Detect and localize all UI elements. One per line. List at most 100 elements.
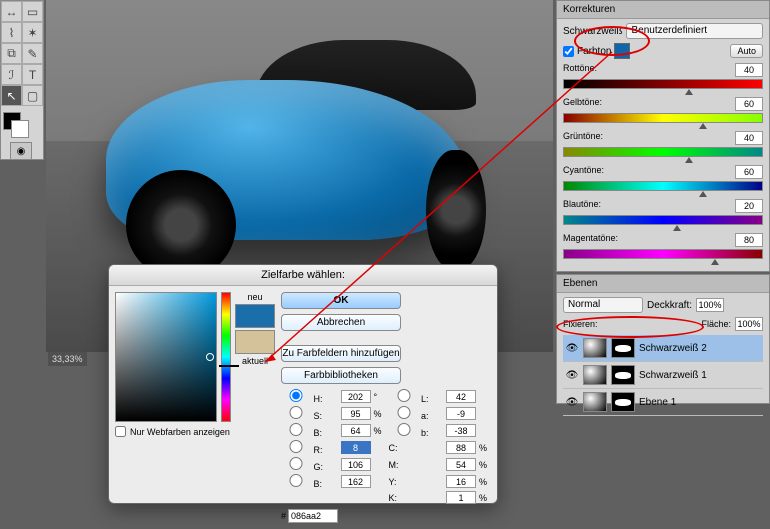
brush-tool[interactable]: ℐ: [1, 64, 22, 85]
slider-label: Blautöne:: [563, 199, 601, 213]
color-slider[interactable]: [563, 79, 763, 89]
adjustments-panel[interactable]: Korrekturen Schwarzweiß Benutzerdefinier…: [556, 0, 770, 272]
layer-row[interactable]: 👁 Schwarzweiß 2: [563, 335, 763, 362]
marquee-tool[interactable]: ▭: [22, 1, 43, 22]
current-label: aktuell: [242, 356, 268, 366]
bb-radio[interactable]: [281, 474, 311, 487]
camera-icon[interactable]: ◉: [10, 142, 32, 160]
farbton-checkbox[interactable]: [563, 46, 574, 57]
new-color-preview: [235, 304, 275, 328]
sv-picker[interactable]: [115, 292, 217, 422]
g-radio[interactable]: [281, 457, 311, 470]
mask-thumb: [611, 365, 635, 385]
crop-tool[interactable]: ⧉: [1, 43, 22, 64]
lasso-tool[interactable]: ⌇: [1, 22, 22, 43]
bv-input[interactable]: [341, 424, 371, 437]
auto-button[interactable]: Auto: [730, 44, 763, 58]
hue-slider[interactable]: [221, 292, 231, 422]
slider-value-input[interactable]: [735, 165, 763, 179]
background-swatch[interactable]: [11, 120, 29, 138]
color-slider[interactable]: [563, 249, 763, 259]
visibility-icon[interactable]: 👁: [565, 343, 579, 354]
layer-thumb: [583, 392, 607, 412]
color-slider[interactable]: [563, 215, 763, 225]
farbton-swatch[interactable]: [614, 43, 630, 59]
dialog-title: Zielfarbe wählen:: [109, 265, 497, 286]
slider-value-input[interactable]: [735, 233, 763, 247]
color-values-grid: H:° L: S:% a: B:% b: R: C:% G: M:% B: Y:…: [281, 389, 491, 504]
blend-mode-select[interactable]: Normal: [563, 297, 643, 313]
preset-select[interactable]: Benutzerdefiniert: [626, 23, 763, 39]
k-input[interactable]: [446, 491, 476, 504]
layer-thumb: [583, 338, 607, 358]
webcolors-checkbox[interactable]: [115, 426, 126, 437]
c-input[interactable]: [446, 441, 476, 454]
color-slider[interactable]: [563, 181, 763, 191]
h-radio[interactable]: [281, 389, 311, 402]
ok-button[interactable]: OK: [281, 292, 401, 309]
r-radio[interactable]: [281, 440, 311, 453]
move-tool[interactable]: ↔: [1, 1, 22, 22]
path-tool[interactable]: ↖: [1, 85, 22, 106]
slider-label: Rottöne:: [563, 63, 597, 77]
bb-input[interactable]: [341, 475, 371, 488]
h-input[interactable]: [341, 390, 371, 403]
mask-thumb: [611, 338, 635, 358]
visibility-icon[interactable]: 👁: [565, 370, 579, 381]
b-input[interactable]: [446, 424, 476, 437]
slider-label: Grüntöne:: [563, 131, 603, 145]
s-radio[interactable]: [281, 406, 311, 419]
layer-row[interactable]: 👁 Ebene 1: [563, 389, 763, 416]
l-input[interactable]: [446, 390, 476, 403]
color-swatches[interactable]: [1, 110, 43, 140]
m-input[interactable]: [446, 458, 476, 471]
lock-label: Fixieren:: [563, 319, 598, 329]
type-tool[interactable]: T: [22, 64, 43, 85]
b-radio[interactable]: [389, 423, 419, 436]
add-swatch-button[interactable]: Zu Farbfeldern hinzufügen: [281, 345, 401, 362]
zoom-status: 33,33%: [48, 352, 87, 366]
slider-value-input[interactable]: [735, 131, 763, 145]
visibility-icon[interactable]: 👁: [565, 397, 579, 408]
layer-name[interactable]: Schwarzweiß 1: [639, 370, 707, 381]
layer-name[interactable]: Schwarzweiß 2: [639, 343, 707, 354]
layer-name[interactable]: Ebene 1: [639, 397, 676, 408]
slider-value-input[interactable]: [735, 97, 763, 111]
bv-radio[interactable]: [281, 423, 311, 436]
s-input[interactable]: [341, 407, 371, 420]
bw-label: Schwarzweiß: [563, 26, 622, 37]
color-slider[interactable]: [563, 147, 763, 157]
new-label: neu: [247, 292, 262, 302]
color-picker-dialog[interactable]: Zielfarbe wählen: neu aktuell Nur Webfar…: [108, 264, 498, 504]
g-input[interactable]: [341, 458, 371, 471]
r-input[interactable]: [341, 441, 371, 454]
eyedropper-tool[interactable]: ✎: [22, 43, 43, 64]
color-slider[interactable]: [563, 113, 763, 123]
y-input[interactable]: [446, 475, 476, 488]
layer-thumb: [583, 365, 607, 385]
wand-tool[interactable]: ✶: [22, 22, 43, 43]
opacity-input[interactable]: [696, 298, 724, 312]
layers-tab[interactable]: Ebenen: [557, 275, 769, 293]
opacity-label: Deckkraft:: [647, 300, 692, 311]
layers-panel[interactable]: Ebenen Normal Deckkraft: Fixieren: Fläch…: [556, 274, 770, 404]
slider-value-input[interactable]: [735, 63, 763, 77]
current-color-preview[interactable]: [235, 330, 275, 354]
hex-input[interactable]: [288, 509, 338, 523]
a-radio[interactable]: [389, 406, 419, 419]
fill-input[interactable]: [735, 317, 763, 331]
adjustments-tab[interactable]: Korrekturen: [557, 1, 769, 19]
shape-tool[interactable]: ▢: [22, 85, 43, 106]
tools-palette[interactable]: ↔▭ ⌇✶ ⧉✎ ℐT ↖▢: [0, 0, 44, 160]
slider-label: Magentatöne:: [563, 233, 618, 247]
farbton-label: Farbton: [577, 46, 611, 57]
webcolors-label: Nur Webfarben anzeigen: [130, 427, 230, 437]
a-input[interactable]: [446, 407, 476, 420]
color-libs-button[interactable]: Farbbibliotheken: [281, 367, 401, 384]
slider-value-input[interactable]: [735, 199, 763, 213]
layer-row[interactable]: 👁 Schwarzweiß 1: [563, 362, 763, 389]
mask-thumb: [611, 392, 635, 412]
cancel-button[interactable]: Abbrechen: [281, 314, 401, 331]
l-radio[interactable]: [389, 389, 419, 402]
slider-label: Cyantöne:: [563, 165, 604, 179]
